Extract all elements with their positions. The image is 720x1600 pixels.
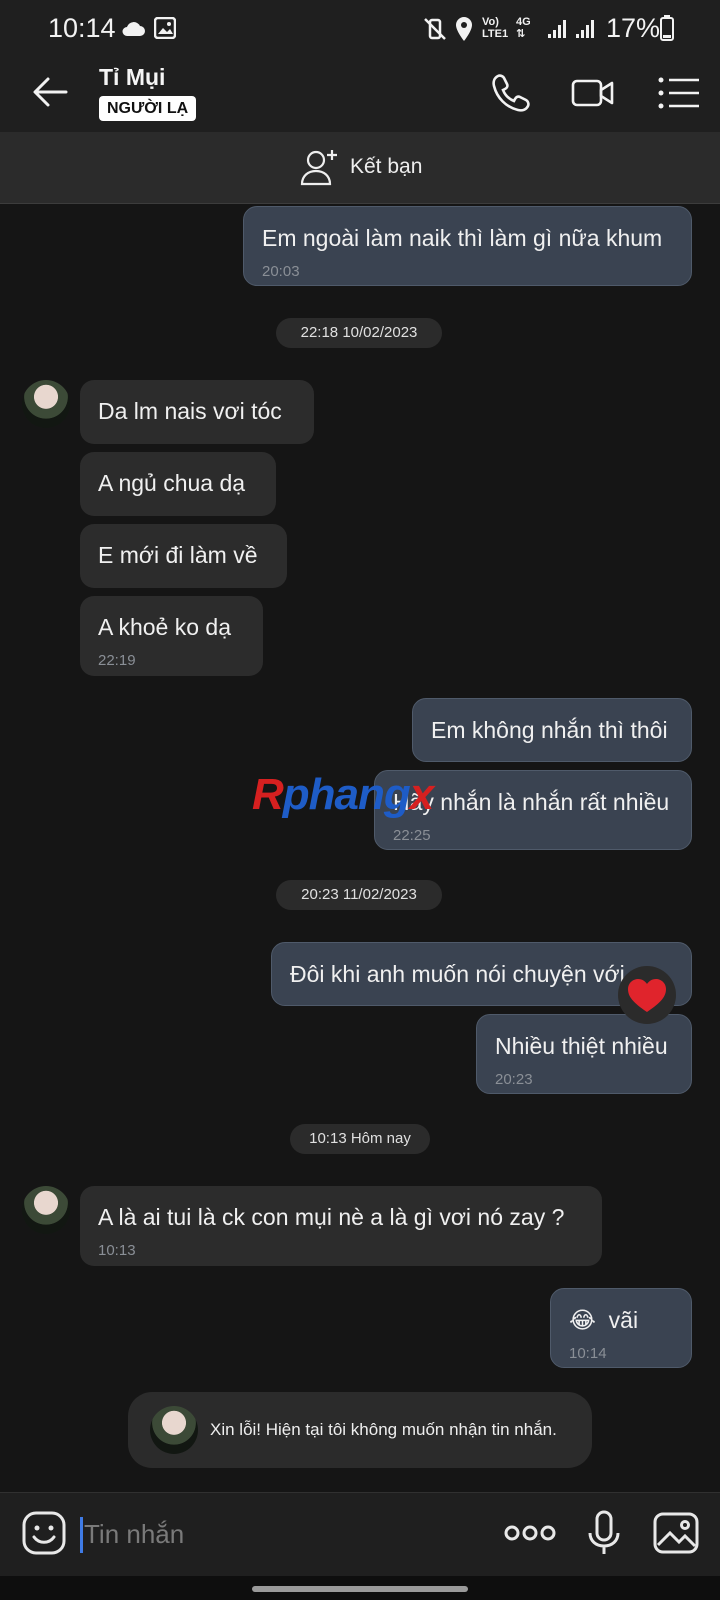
message-text: A khoẻ ko dạ <box>98 614 231 640</box>
signal-icon <box>548 20 566 38</box>
date-separator: 22:18 10/02/2023 <box>276 318 442 348</box>
message-text: A ngủ chua dạ <box>98 470 246 496</box>
message-text: Da lm nais vơi tóc <box>98 398 282 424</box>
more-options-icon[interactable] <box>504 1509 556 1557</box>
message-timestamp: 20:23 <box>495 1071 533 1088</box>
system-notice-text: Xin lỗi! Hiện tại tôi không muốn nhận ti… <box>210 1420 557 1439</box>
mute-vibrate-icon <box>424 18 446 40</box>
message-timestamp: 10:14 <box>569 1345 607 1362</box>
image-gallery-icon[interactable] <box>652 1509 700 1557</box>
date-separator: 10:13 Hôm nay <box>290 1124 430 1154</box>
heart-icon <box>628 979 666 1012</box>
message-text: vãi <box>608 1307 639 1333</box>
signal-icon <box>576 20 594 38</box>
message-text: Em không nhắn thì thôi <box>431 717 668 743</box>
message-bubble-incoming[interactable]: E mới đi làm về <box>80 524 287 588</box>
laughing-emoji-icon: 😂 <box>569 1307 596 1333</box>
contact-avatar[interactable] <box>22 1186 70 1234</box>
location-icon <box>456 17 472 41</box>
system-navigation-bar <box>0 1576 720 1600</box>
battery-icon <box>660 15 674 41</box>
stranger-badge: NGƯỜI LẠ <box>99 96 197 121</box>
contact-name[interactable]: Tỉ Mụi <box>99 64 165 91</box>
back-arrow-icon[interactable] <box>28 70 72 114</box>
add-friend-label: Kết bạn <box>350 155 423 178</box>
chat-header: Tỉ Mụi NGƯỜI LẠ <box>0 56 720 132</box>
phone-call-icon[interactable] <box>488 70 534 116</box>
heart-reaction[interactable] <box>618 966 676 1024</box>
message-text: Em ngoài làm naik thì làm gì nữa khum <box>262 225 663 251</box>
message-bubble-incoming[interactable]: Da lm nais vơi tóc <box>80 380 314 444</box>
message-bubble-outgoing[interactable]: Em không nhắn thì thôi <box>412 698 692 762</box>
message-input-bar: Tin nhắn <box>0 1492 720 1576</box>
message-text: E mới đi làm về <box>98 542 258 568</box>
message-bubble-incoming[interactable]: A khoẻ ko dạ 22:19 <box>80 596 263 676</box>
4g-icon: 4G ⇅ <box>516 16 531 40</box>
home-gesture-pill[interactable] <box>252 1586 468 1592</box>
microphone-icon[interactable] <box>580 1509 628 1557</box>
add-friend-icon <box>300 150 337 186</box>
menu-list-icon[interactable] <box>656 70 702 116</box>
cloud-icon <box>122 22 145 36</box>
add-friend-button[interactable]: Kết bạn <box>300 148 422 186</box>
message-bubble-outgoing[interactable]: Em ngoài làm naik thì làm gì nữa khum 20… <box>243 206 692 286</box>
text-caret <box>80 1517 83 1553</box>
message-text: Đôi khi anh muốn nói chuyện với em <box>290 961 664 987</box>
status-bar: 10:14 Vo) LTE1 4G ⇅ 17% <box>0 0 720 56</box>
system-notice: Xin lỗi! Hiện tại tôi không muốn nhận ti… <box>128 1392 592 1468</box>
message-input[interactable]: Tin nhắn <box>80 1513 480 1557</box>
status-time: 10:14 <box>48 13 116 43</box>
volte-icon: Vo) LTE1 <box>482 16 509 40</box>
contact-avatar <box>150 1406 198 1454</box>
sticker-emoji-icon[interactable] <box>20 1509 68 1557</box>
message-bubble-incoming[interactable]: A ngủ chua dạ <box>80 452 276 516</box>
date-separator: 20:23 11/02/2023 <box>276 880 442 910</box>
message-bubble-outgoing[interactable]: Nhiều thiệt nhiều 20:23 <box>476 1014 692 1094</box>
message-bubble-outgoing[interactable]: 😂 vãi 10:14 <box>550 1288 692 1368</box>
message-input-placeholder: Tin nhắn <box>84 1519 185 1549</box>
message-text: A là ai tui là ck con mụi nè a là gì vơi… <box>98 1204 565 1230</box>
add-friend-bar[interactable]: Kết bạn <box>0 132 720 204</box>
message-timestamp: 20:03 <box>262 263 300 280</box>
video-call-icon[interactable] <box>570 70 616 116</box>
message-timestamp: 22:25 <box>393 827 431 844</box>
contact-avatar[interactable] <box>22 380 70 428</box>
message-timestamp: 10:13 <box>98 1242 136 1259</box>
message-text: Nhiều thiệt nhiều <box>495 1033 668 1059</box>
battery-percent: 17% <box>606 13 661 43</box>
watermark-logo: Rphangx <box>252 770 434 819</box>
message-text: Hãy nhắn là nhắn rất nhiều <box>393 789 670 815</box>
message-timestamp: 22:19 <box>98 652 136 669</box>
image-icon <box>154 17 176 39</box>
message-bubble-incoming[interactable]: A là ai tui là ck con mụi nè a là gì vơi… <box>80 1186 602 1266</box>
